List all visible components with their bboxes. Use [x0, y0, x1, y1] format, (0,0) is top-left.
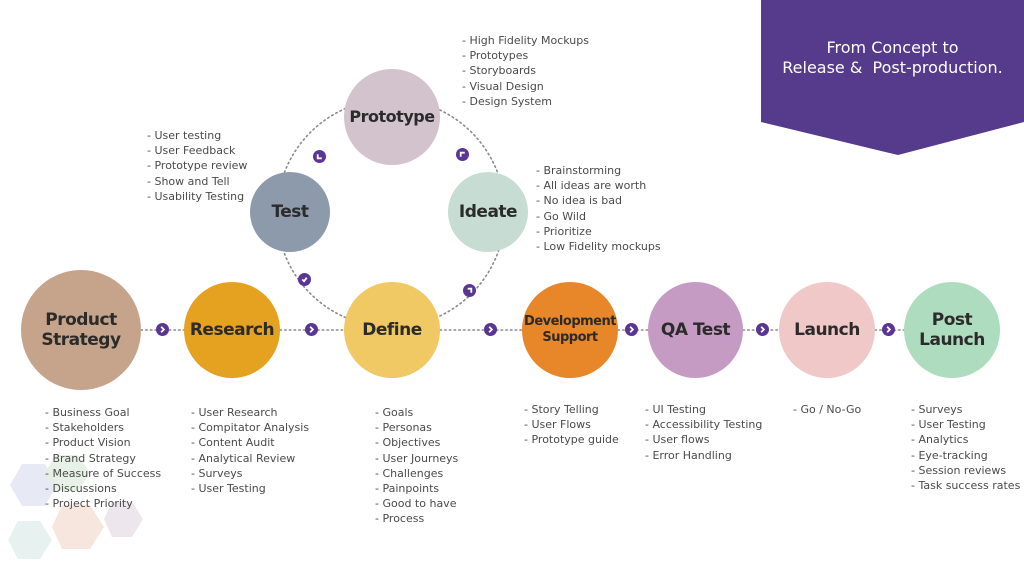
flow-arrow-icon: [625, 323, 638, 336]
list-item: No idea is bad: [536, 193, 661, 208]
launch-items: Go / No-Go: [793, 402, 861, 417]
list-item: Go Wild: [536, 209, 661, 224]
list-item: Prioritize: [536, 224, 661, 239]
define-items: Goals Personas Objectives User Journeys …: [375, 405, 458, 527]
list-item: Surveys: [191, 466, 309, 481]
node-product-strategy: Product Strategy: [21, 270, 141, 390]
list-item: Objectives: [375, 435, 458, 450]
list-item: Discussions: [45, 481, 161, 496]
ux-process-diagram: Product Strategy Research Define Develop…: [0, 0, 1024, 576]
list-item: Low Fidelity mockups: [536, 239, 660, 254]
list-item: Storyboards: [462, 63, 589, 78]
node-label: Launch: [794, 319, 860, 340]
node-label: Define: [362, 319, 422, 340]
list-item: Challenges: [375, 466, 458, 481]
list-item: UI Testing: [645, 402, 762, 417]
cycle-arrow-icon: [313, 150, 326, 163]
list-item: Business Goal: [45, 405, 161, 420]
list-item: User Testing: [191, 481, 309, 496]
list-item: Measure of Success: [45, 466, 161, 481]
list-item: Visual Design: [462, 79, 589, 94]
prototype-items: High Fidelity Mockups Prototypes Storybo…: [462, 33, 589, 109]
qa-test-items: UI Testing Accessibility Testing User fl…: [645, 402, 762, 463]
development-support-items: Story Telling User Flows Prototype guide: [524, 402, 619, 448]
list-item: Analytics: [911, 432, 1020, 447]
list-item: Surveys: [911, 402, 1020, 417]
node-test: Test: [250, 172, 330, 252]
list-item: Show and Tell: [147, 174, 247, 189]
list-item: User Feedback: [147, 143, 247, 158]
banner-line-1: From Concept to: [826, 38, 959, 57]
list-item: Personas: [375, 420, 458, 435]
list-item: Process: [375, 511, 458, 526]
node-research: Research: [184, 282, 280, 378]
list-item: User Flows: [524, 417, 619, 432]
node-label: Research: [189, 319, 275, 340]
list-item: Usability Testing: [147, 189, 247, 204]
list-item: User Testing: [911, 417, 1020, 432]
list-item: Prototype review: [147, 158, 247, 173]
list-item: Design System: [462, 94, 589, 109]
list-item: Session reviews: [911, 463, 1020, 478]
flow-arrow-icon: [882, 323, 895, 336]
flow-arrow-icon: [305, 323, 318, 336]
list-item: Go / No-Go: [793, 402, 861, 417]
list-item: All ideas are worth: [536, 178, 661, 193]
list-item: Task success rates: [911, 478, 1020, 493]
list-item: Stakeholders: [45, 420, 161, 435]
node-label: Product Strategy: [41, 309, 121, 350]
list-item: Brand Strategy: [45, 451, 161, 466]
flow-arrow-icon: [156, 323, 169, 336]
list-item: Story Telling: [524, 402, 619, 417]
cycle-arrow-icon: [456, 148, 469, 161]
list-item: Compitator Analysis: [191, 420, 309, 435]
list-item: Analytical Review: [191, 451, 309, 466]
test-items: User testing User Feedback Prototype rev…: [147, 128, 247, 204]
node-development-support: Development Support: [522, 282, 618, 378]
list-item: User Research: [191, 405, 309, 420]
cycle-arrow-icon: [463, 284, 476, 297]
list-item: Content Audit: [191, 435, 309, 450]
banner-title: From Concept to Release & Post-productio…: [761, 38, 1024, 78]
list-item: Eye-tracking: [911, 448, 1020, 463]
list-item: User testing: [147, 128, 247, 143]
list-item: User Journeys: [375, 451, 458, 466]
product-strategy-items: Business Goal Stakeholders Product Visio…: [45, 405, 161, 511]
list-item: Prototypes: [462, 48, 589, 63]
post-launch-items: Surveys User Testing Analytics Eye-track…: [911, 402, 1020, 493]
title-banner: From Concept to Release & Post-productio…: [761, 0, 1024, 155]
flow-arrow-icon: [756, 323, 769, 336]
cycle-arrow-icon: [298, 273, 311, 286]
node-label: Ideate: [458, 201, 518, 222]
list-item: Brainstorming: [536, 163, 661, 178]
node-launch: Launch: [779, 282, 875, 378]
ideate-items: Brainstorming All ideas are worth No ide…: [536, 163, 661, 254]
node-label: Post Launch: [919, 309, 985, 350]
node-label: Prototype: [349, 107, 435, 127]
node-label: Test: [271, 201, 309, 222]
list-item: Good to have: [375, 496, 458, 511]
node-prototype: Prototype: [344, 69, 440, 165]
list-item: High Fidelity Mockups: [462, 33, 589, 48]
list-item: Product Vision: [45, 435, 161, 450]
list-item: Project Priority: [45, 496, 161, 511]
list-item: Prototype guide: [524, 432, 618, 447]
node-label: Development Support: [524, 314, 616, 345]
list-item: Accessibility Testing: [645, 417, 762, 432]
research-items: User Research Compitator Analysis Conten…: [191, 405, 309, 496]
node-ideate: Ideate: [448, 172, 528, 252]
node-qa-test: QA Test: [648, 282, 743, 378]
banner-line-2: Release & Post-production.: [782, 58, 1003, 77]
flow-arrow-icon: [484, 323, 497, 336]
list-item: User flows: [645, 432, 762, 447]
node-define: Define: [344, 282, 440, 378]
list-item: Goals: [375, 405, 458, 420]
list-item: Error Handling: [645, 448, 762, 463]
list-item: Painpoints: [375, 481, 458, 496]
node-label: QA Test: [660, 319, 731, 340]
node-post-launch: Post Launch: [904, 282, 1000, 378]
